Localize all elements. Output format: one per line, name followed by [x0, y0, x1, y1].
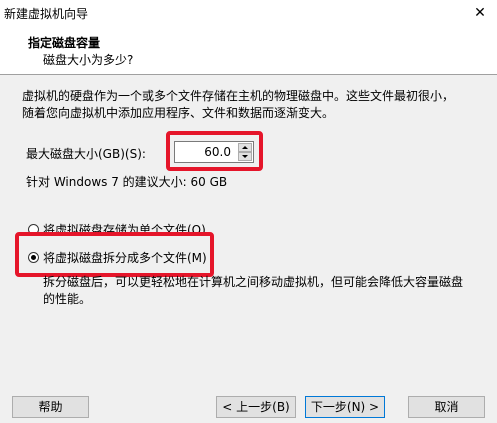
window-title: 新建虚拟机向导	[4, 7, 89, 21]
max-disk-size-label: 最大磁盘大小(GB)(S):	[26, 147, 146, 161]
description-text: 虚拟机的硬盘作为一个或多个文件存储在主机的物理磁盘中。这些文件最初很小，随着您向…	[22, 89, 455, 120]
page-subtitle: 磁盘大小为多少?	[43, 53, 134, 67]
recommended-size-text: 针对 Windows 7 的建议大小: 60 GB	[26, 175, 228, 189]
next-button[interactable]: 下一步(N) >	[305, 396, 385, 418]
wizard-footer: 帮助 < 上一步(B) 下一步(N) > 取消	[0, 385, 497, 423]
highlight-box-split	[15, 232, 214, 277]
page-title: 指定磁盘容量	[28, 36, 101, 50]
wizard-header: 指定磁盘容量 磁盘大小为多少?	[0, 28, 497, 75]
wizard-body: 虚拟机的硬盘作为一个或多个文件存储在主机的物理磁盘中。这些文件最初很小，随着您向…	[0, 75, 497, 385]
help-button[interactable]: 帮助	[12, 396, 89, 418]
close-button[interactable]: ✕	[463, 0, 497, 27]
back-button[interactable]: < 上一步(B)	[216, 396, 296, 418]
highlight-box-size	[166, 131, 263, 171]
split-description-text: 拆分磁盘后，可以更轻松地在计算机之间移动虚拟机，但可能会降低大容量磁盘的性能。	[43, 275, 464, 306]
title-bar: 新建虚拟机向导 ✕	[0, 0, 497, 29]
cancel-button[interactable]: 取消	[408, 396, 485, 418]
